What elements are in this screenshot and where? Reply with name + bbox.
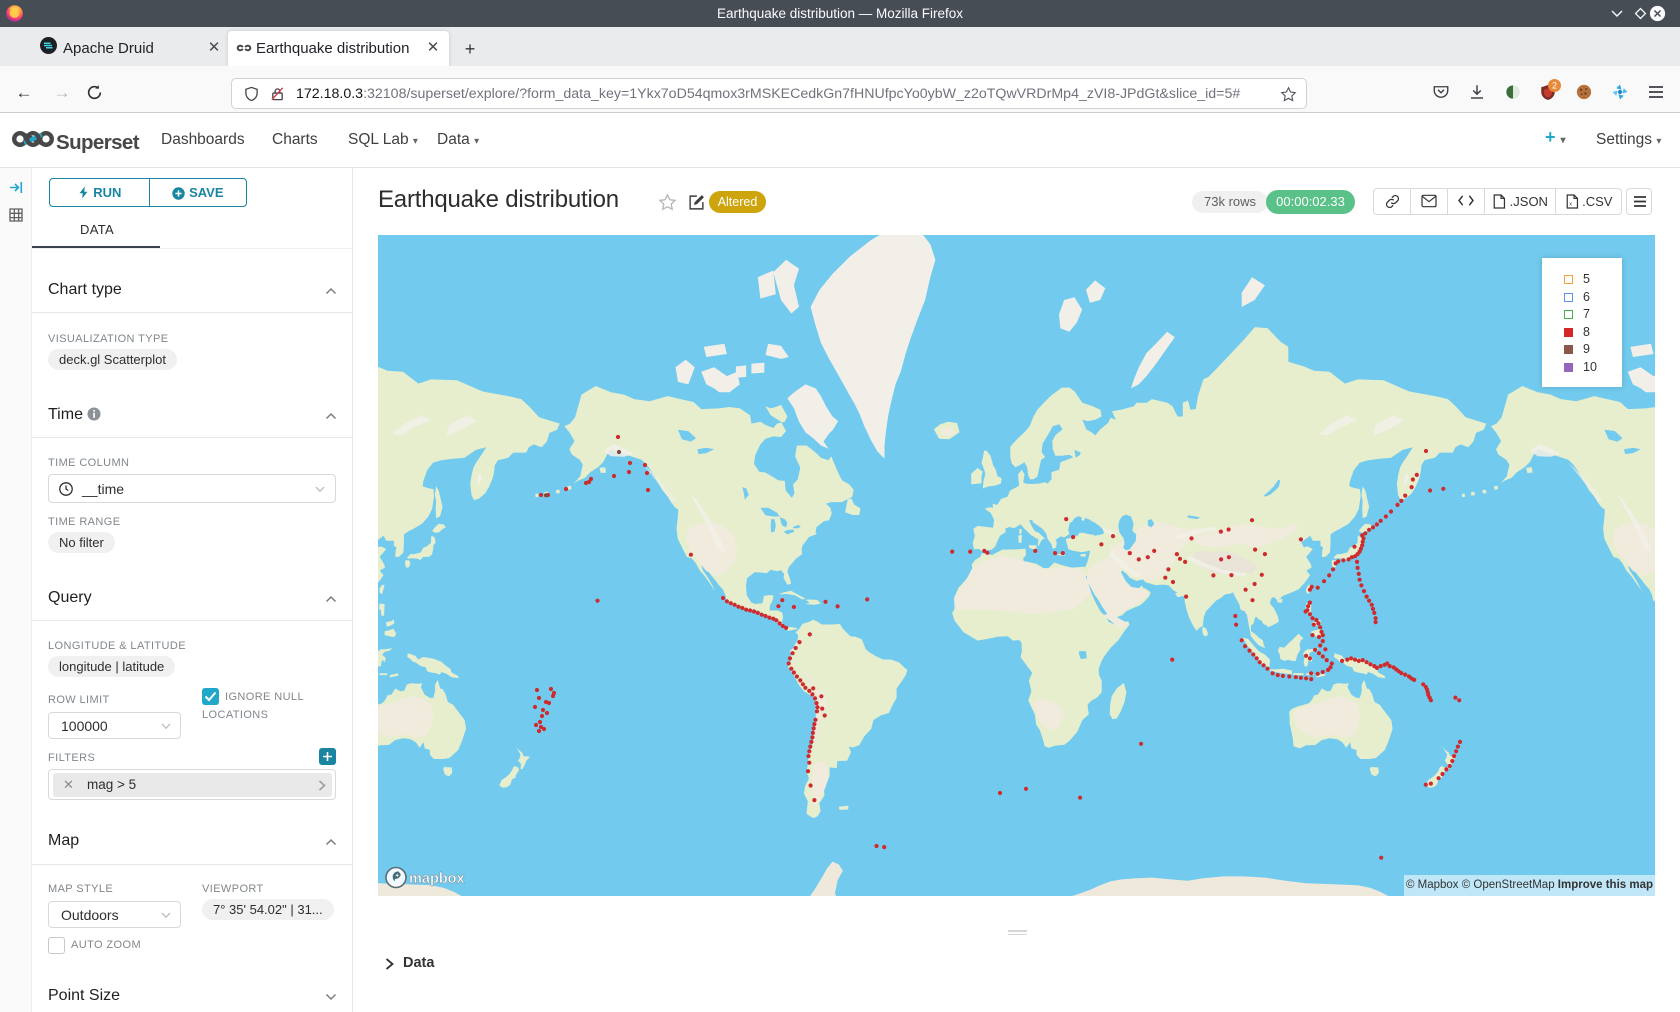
svg-text:2: 2 xyxy=(1552,81,1557,91)
svg-text:x: x xyxy=(1569,202,1572,208)
svg-text:mapbox: mapbox xyxy=(409,871,465,887)
